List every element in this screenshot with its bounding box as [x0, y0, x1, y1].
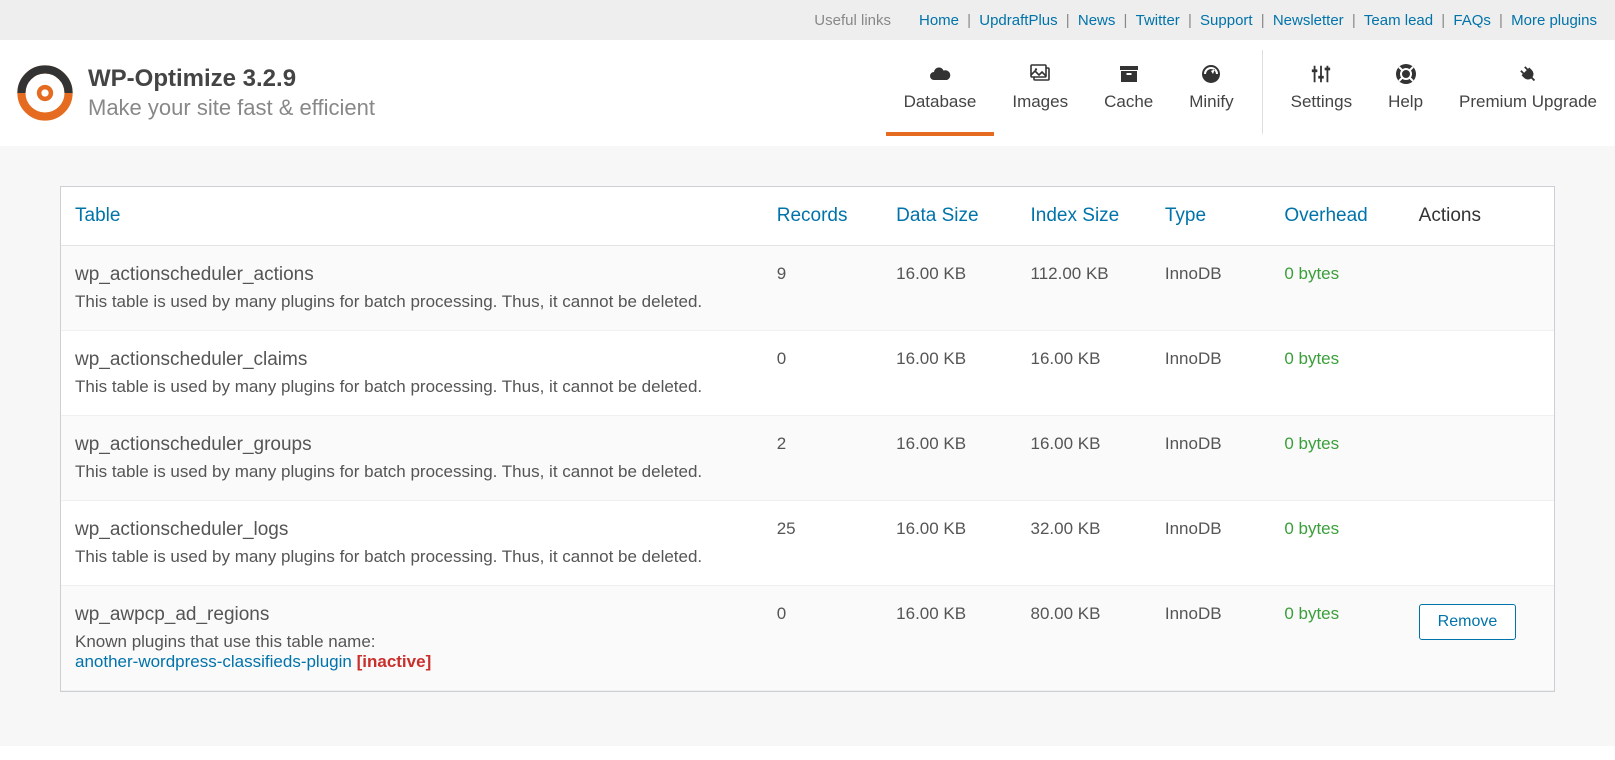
- cell-index-size: 80.00 KB: [1017, 586, 1151, 691]
- table-desc: This table is used by many plugins for b…: [75, 377, 749, 397]
- images-icon: [1027, 62, 1053, 86]
- table-name: wp_actionscheduler_logs: [75, 519, 749, 541]
- top-link-faqs[interactable]: FAQs: [1453, 12, 1491, 29]
- nav-tab-label: Database: [904, 92, 977, 112]
- lifering-icon: [1394, 62, 1418, 86]
- plugin-link[interactable]: another-wordpress-classifieds-plugin: [75, 652, 352, 671]
- nav-tab-label: Settings: [1291, 92, 1352, 112]
- title-block: WP-Optimize 3.2.9 Make your site fast & …: [88, 65, 375, 122]
- remove-button[interactable]: Remove: [1419, 604, 1517, 640]
- sliders-icon: [1310, 62, 1332, 86]
- nav-tab-label: Minify: [1189, 92, 1233, 112]
- gauge-icon: [1199, 62, 1223, 86]
- app-tagline: Make your site fast & efficient: [88, 95, 375, 121]
- col-header-overhead[interactable]: Overhead: [1270, 187, 1404, 246]
- cell-type: InnoDB: [1151, 246, 1270, 331]
- cell-index-size: 32.00 KB: [1017, 501, 1151, 586]
- nav-tab-premium[interactable]: Premium Upgrade: [1441, 50, 1615, 136]
- cell-type: InnoDB: [1151, 416, 1270, 501]
- table-row: wp_actionscheduler_claims This table is u…: [61, 331, 1554, 416]
- nav-tab-help[interactable]: Help: [1370, 50, 1441, 136]
- nav-tab-label: Help: [1388, 92, 1423, 112]
- top-link-team-lead[interactable]: Team lead: [1364, 12, 1433, 29]
- cell-type: InnoDB: [1151, 501, 1270, 586]
- table-desc: This table is used by many plugins for b…: [75, 547, 749, 567]
- plugin-line: another-wordpress-classifieds-plugin [in…: [75, 652, 749, 672]
- table-desc: This table is used by many plugins for b…: [75, 462, 749, 482]
- table-name: wp_awpcp_ad_regions: [75, 604, 749, 626]
- cell-records: 0: [763, 331, 882, 416]
- cell-records: 25: [763, 501, 882, 586]
- cell-data-size: 16.00 KB: [882, 586, 1016, 691]
- cell-records: 0: [763, 586, 882, 691]
- col-header-type[interactable]: Type: [1151, 187, 1270, 246]
- table-row: wp_actionscheduler_logs This table is use…: [61, 501, 1554, 586]
- cell-overhead: 0 bytes: [1284, 264, 1339, 283]
- table-row: wp_actionscheduler_groups This table is u…: [61, 416, 1554, 501]
- nav-tab-label: Cache: [1104, 92, 1153, 112]
- cell-overhead: 0 bytes: [1284, 519, 1339, 538]
- useful-links-group: Home | UpdraftPlus | News | Twitter | Su…: [919, 12, 1597, 29]
- cell-type: InnoDB: [1151, 586, 1270, 691]
- app-title: WP-Optimize 3.2.9: [88, 65, 375, 94]
- cell-index-size: 16.00 KB: [1017, 416, 1151, 501]
- content-area: Table Records Data Size Index Size Type …: [0, 146, 1615, 746]
- cell-data-size: 16.00 KB: [882, 501, 1016, 586]
- top-link-newsletter[interactable]: Newsletter: [1273, 12, 1344, 29]
- top-link-updraftplus[interactable]: UpdraftPlus: [979, 12, 1057, 29]
- nav-tab-database[interactable]: Database: [886, 50, 995, 136]
- col-header-records[interactable]: Records: [763, 187, 882, 246]
- col-header-datasize[interactable]: Data Size: [882, 187, 1016, 246]
- table-desc: This table is used by many plugins for b…: [75, 292, 749, 312]
- cell-overhead: 0 bytes: [1284, 604, 1339, 623]
- inactive-tag: [inactive]: [357, 652, 432, 671]
- cell-records: 2: [763, 416, 882, 501]
- nav-tabs: Database Images Cache Minify Settings Help Pre…: [886, 50, 1615, 136]
- top-link-more-plugins[interactable]: More plugins: [1511, 12, 1597, 29]
- nav-tab-cache[interactable]: Cache: [1086, 50, 1171, 136]
- top-link-support[interactable]: Support: [1200, 12, 1253, 29]
- plug-icon: [1517, 62, 1539, 86]
- table-row: wp_awpcp_ad_regions Known plugins that us…: [61, 586, 1554, 691]
- col-header-indexsize[interactable]: Index Size: [1017, 187, 1151, 246]
- top-link-twitter[interactable]: Twitter: [1136, 12, 1180, 29]
- cell-overhead: 0 bytes: [1284, 349, 1339, 368]
- table-name: wp_actionscheduler_actions: [75, 264, 749, 286]
- nav-tab-minify[interactable]: Minify: [1171, 50, 1251, 136]
- nav-tab-images[interactable]: Images: [994, 50, 1086, 136]
- archive-icon: [1117, 62, 1141, 86]
- nav-tab-label: Images: [1012, 92, 1068, 112]
- col-header-actions: Actions: [1405, 187, 1554, 246]
- nav-tab-settings[interactable]: Settings: [1262, 50, 1370, 136]
- cell-type: InnoDB: [1151, 331, 1270, 416]
- logo-block: WP-Optimize 3.2.9 Make your site fast & …: [16, 64, 375, 122]
- known-plugins-label: Known plugins that use this table name:: [75, 632, 749, 652]
- cell-records: 9: [763, 246, 882, 331]
- table-name: wp_actionscheduler_claims: [75, 349, 749, 371]
- top-links-bar: Useful links Home | UpdraftPlus | News |…: [0, 0, 1615, 40]
- cell-index-size: 112.00 KB: [1017, 246, 1151, 331]
- tables-panel: Table Records Data Size Index Size Type …: [60, 186, 1555, 692]
- cell-overhead: 0 bytes: [1284, 434, 1339, 453]
- cloud-icon: [928, 62, 952, 86]
- wpo-logo-icon: [16, 64, 74, 122]
- nav-tab-label: Premium Upgrade: [1459, 92, 1597, 112]
- table-name: wp_actionscheduler_groups: [75, 434, 749, 456]
- table-row: wp_actionscheduler_actions This table is …: [61, 246, 1554, 331]
- cell-data-size: 16.00 KB: [882, 416, 1016, 501]
- cell-data-size: 16.00 KB: [882, 246, 1016, 331]
- header: WP-Optimize 3.2.9 Make your site fast & …: [0, 40, 1615, 146]
- cell-data-size: 16.00 KB: [882, 331, 1016, 416]
- useful-links-label: Useful links: [814, 12, 891, 29]
- col-header-table[interactable]: Table: [61, 187, 763, 246]
- db-tables-table: Table Records Data Size Index Size Type …: [61, 187, 1554, 691]
- top-link-home[interactable]: Home: [919, 12, 959, 29]
- top-link-news[interactable]: News: [1078, 12, 1116, 29]
- cell-index-size: 16.00 KB: [1017, 331, 1151, 416]
